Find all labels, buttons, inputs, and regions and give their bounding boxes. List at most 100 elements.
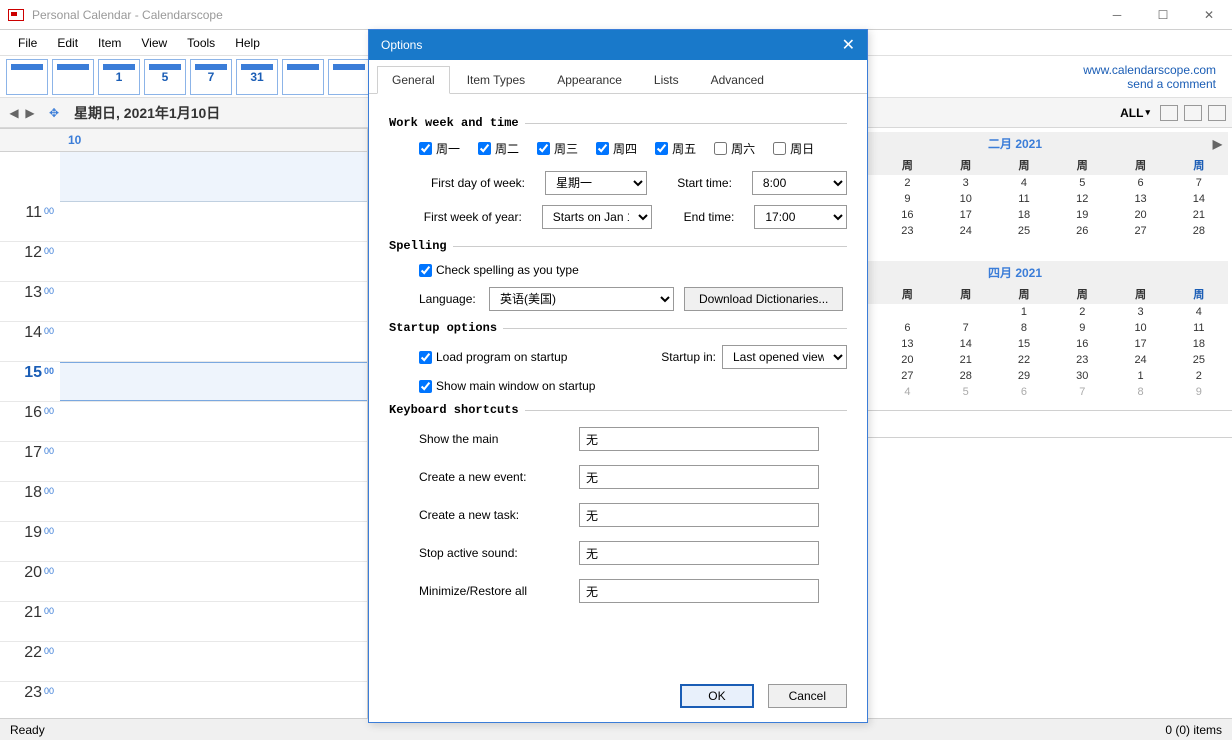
mini-day[interactable]: 28	[1170, 223, 1228, 239]
mini-day[interactable]: 18	[995, 207, 1053, 223]
mini-day[interactable]: 28	[937, 368, 995, 384]
chk-sat[interactable]: 周六	[714, 140, 755, 157]
mini-day[interactable]: 7	[1170, 175, 1228, 191]
chk-load-startup[interactable]: Load program on startup	[419, 350, 567, 364]
mini-day[interactable]: 25	[1170, 352, 1228, 368]
mini-day[interactable]: 24	[1111, 352, 1169, 368]
mini-day[interactable]: 3	[937, 175, 995, 191]
minimize-button[interactable]: ─	[1094, 0, 1140, 30]
mini-day[interactable]: 17	[937, 207, 995, 223]
tool-grid[interactable]	[282, 59, 324, 95]
mini-day[interactable]: 4	[878, 384, 936, 400]
tool-new[interactable]	[6, 59, 48, 95]
select-end-time[interactable]: 17:00	[754, 205, 847, 229]
mini-day[interactable]: 11	[995, 191, 1053, 207]
chk-fri[interactable]: 周五	[655, 140, 696, 157]
mini-day[interactable]: 3	[1111, 304, 1169, 320]
mini-day[interactable]: 2	[1170, 368, 1228, 384]
tool-list[interactable]	[328, 59, 370, 95]
menu-help[interactable]: Help	[227, 32, 268, 54]
mini-day[interactable]	[1053, 239, 1111, 254]
mini-day[interactable]: 23	[1053, 352, 1111, 368]
mini-day[interactable]: 7	[937, 320, 995, 336]
tool-day1[interactable]: 1	[98, 59, 140, 95]
mini-day[interactable]: 12	[1053, 191, 1111, 207]
mini-day[interactable]: 8	[995, 320, 1053, 336]
cancel-button[interactable]: Cancel	[768, 684, 847, 708]
mini-day[interactable]: 9	[1170, 384, 1228, 400]
time-slot[interactable]	[60, 682, 367, 718]
mini-day[interactable]: 1	[1111, 368, 1169, 384]
tab-item-types[interactable]: Item Types	[452, 66, 540, 93]
day-header[interactable]: 10	[60, 128, 367, 152]
chk-show-main[interactable]: Show main window on startup	[419, 379, 595, 393]
chk-mon[interactable]: 周一	[419, 140, 460, 157]
mini-day[interactable]: 4	[995, 175, 1053, 191]
mini-day[interactable]: 24	[937, 223, 995, 239]
tool-day31[interactable]: 31	[236, 59, 278, 95]
mini-day[interactable]: 1	[995, 304, 1053, 320]
input-kb-show-main[interactable]	[579, 427, 819, 451]
link-website[interactable]: www.calendarscope.com	[1083, 63, 1216, 77]
next-arrow-icon[interactable]: ▶	[22, 105, 38, 121]
time-slot[interactable]	[60, 602, 367, 641]
time-row[interactable]: 1400	[0, 322, 367, 362]
input-kb-minimize[interactable]	[579, 579, 819, 603]
mini-day[interactable]: 5	[1053, 175, 1111, 191]
input-kb-new-event[interactable]	[579, 465, 819, 489]
chk-sun[interactable]: 周日	[773, 140, 814, 157]
tool-day5[interactable]: 5	[144, 59, 186, 95]
tab-advanced[interactable]: Advanced	[696, 66, 779, 93]
mini-day[interactable]: 6	[995, 384, 1053, 400]
time-row[interactable]: 1100	[0, 202, 367, 242]
select-first-day[interactable]: 星期一	[545, 171, 647, 195]
mini-day[interactable]: 16	[1053, 336, 1111, 352]
time-slot[interactable]	[60, 482, 367, 521]
mini-day[interactable]: 7	[1053, 384, 1111, 400]
tab-lists[interactable]: Lists	[639, 66, 694, 93]
time-row[interactable]: 1500	[0, 362, 367, 402]
select-start-time[interactable]: 8:00	[752, 171, 847, 195]
menu-file[interactable]: File	[10, 32, 45, 54]
select-first-week[interactable]: Starts on Jan 1	[542, 205, 652, 229]
mini-day[interactable]: 20	[1111, 207, 1169, 223]
mini-day[interactable]	[937, 304, 995, 320]
time-slot[interactable]	[60, 282, 367, 321]
time-slot[interactable]	[60, 522, 367, 561]
select-language[interactable]: 英语(美国)	[489, 287, 674, 311]
mini-day[interactable]: 10	[1111, 320, 1169, 336]
tab-appearance[interactable]: Appearance	[542, 66, 637, 93]
time-row[interactable]: 1900	[0, 522, 367, 562]
link-comment[interactable]: send a comment	[1083, 77, 1216, 91]
chk-spellcheck[interactable]: Check spelling as you type	[419, 263, 579, 277]
mini-day[interactable]	[878, 239, 936, 254]
mini-day[interactable]: 5	[937, 384, 995, 400]
filter-all-button[interactable]: ALL ▾	[1116, 104, 1154, 122]
mini-day[interactable]: 4	[1170, 304, 1228, 320]
time-slot[interactable]	[60, 242, 367, 281]
allday-slot[interactable]	[60, 152, 367, 202]
mini-day[interactable]: 21	[1170, 207, 1228, 223]
chk-wed[interactable]: 周三	[537, 140, 578, 157]
mini-day[interactable]	[937, 239, 995, 254]
mini-day[interactable]: 14	[1170, 191, 1228, 207]
chk-tue[interactable]: 周二	[478, 140, 519, 157]
time-slot[interactable]	[60, 402, 367, 441]
mini-day[interactable]: 2	[1053, 304, 1111, 320]
time-row[interactable]: 1300	[0, 282, 367, 322]
time-slot[interactable]	[60, 202, 367, 241]
menu-view[interactable]: View	[133, 32, 175, 54]
view-icon-1[interactable]	[1184, 105, 1202, 121]
time-row[interactable]: 2300	[0, 682, 367, 718]
time-row[interactable]: 1200	[0, 242, 367, 282]
tool-day7[interactable]: 7	[190, 59, 232, 95]
dialog-close-icon[interactable]: ✕	[842, 35, 855, 55]
download-dict-button[interactable]: Download Dictionaries...	[684, 287, 843, 311]
mini-day[interactable]: 30	[1053, 368, 1111, 384]
prev-arrow-icon[interactable]: ◀	[6, 105, 22, 121]
mini-day[interactable]: 25	[995, 223, 1053, 239]
mini-day[interactable]: 19	[1053, 207, 1111, 223]
mini-day[interactable]: 17	[1111, 336, 1169, 352]
mini-day[interactable]	[995, 239, 1053, 254]
time-slot[interactable]	[60, 362, 367, 401]
